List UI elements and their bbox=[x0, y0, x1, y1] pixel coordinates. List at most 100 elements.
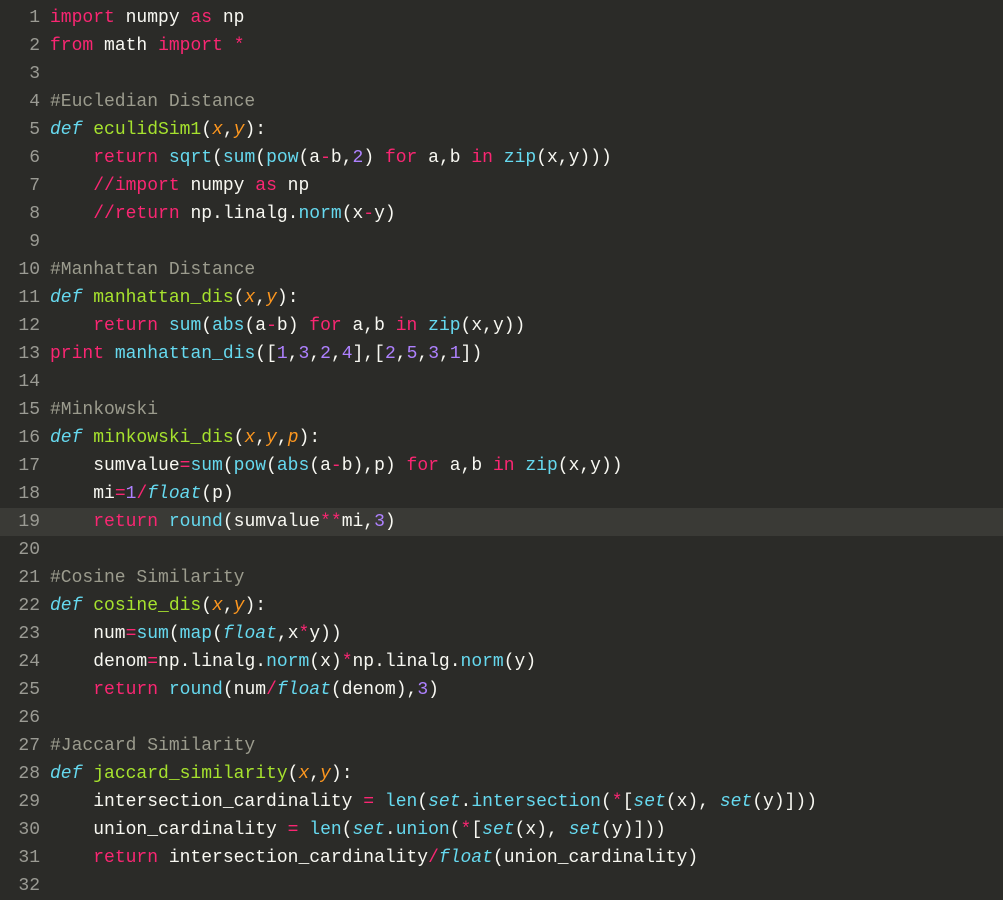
line-number: 10 bbox=[0, 260, 50, 280]
code-content[interactable]: import numpy as np bbox=[50, 8, 1003, 28]
token-op: * bbox=[234, 36, 245, 56]
code-line[interactable]: 27#Jaccard Similarity bbox=[0, 732, 1003, 760]
token-punc: , bbox=[439, 344, 450, 364]
token-call: round bbox=[169, 512, 223, 532]
code-line[interactable]: 29 intersection_cardinality = len(set.in… bbox=[0, 788, 1003, 816]
code-content[interactable]: //import numpy as np bbox=[50, 176, 1003, 196]
code-content[interactable]: intersection_cardinality = len(set.inter… bbox=[50, 792, 1003, 812]
token-calli: float bbox=[223, 624, 277, 644]
code-content[interactable]: #Cosine Similarity bbox=[50, 568, 1003, 588]
code-line[interactable]: 9 bbox=[0, 228, 1003, 256]
token-punc bbox=[50, 148, 93, 168]
token-punc: ,x bbox=[277, 624, 299, 644]
token-num: 3 bbox=[428, 344, 439, 364]
line-number: 26 bbox=[0, 708, 50, 728]
code-line[interactable]: 19 return round(sumvalue**mi,3) bbox=[0, 508, 1003, 536]
token-call: manhattan_dis bbox=[115, 344, 255, 364]
code-content[interactable]: return round(num/float(denom),3) bbox=[50, 680, 1003, 700]
code-line[interactable]: 11def manhattan_dis(x,y): bbox=[0, 284, 1003, 312]
code-content[interactable]: #Manhattan Distance bbox=[50, 260, 1003, 280]
token-punc: (x) bbox=[309, 652, 341, 672]
code-line[interactable]: 13print manhattan_dis([1,3,2,4],[2,5,3,1… bbox=[0, 340, 1003, 368]
code-content[interactable]: //return np.linalg.norm(x-y) bbox=[50, 204, 1003, 224]
code-line[interactable]: 28def jaccard_similarity(x,y): bbox=[0, 760, 1003, 788]
code-editor[interactable]: 1import numpy as np2from math import *34… bbox=[0, 0, 1003, 900]
line-number: 29 bbox=[0, 792, 50, 812]
code-line[interactable]: 25 return round(num/float(denom),3) bbox=[0, 676, 1003, 704]
code-line[interactable]: 3 bbox=[0, 60, 1003, 88]
token-punc: np.linalg. bbox=[353, 652, 461, 672]
code-content[interactable]: print manhattan_dis([1,3,2,4],[2,5,3,1]) bbox=[50, 344, 1003, 364]
code-line[interactable]: 24 denom=np.linalg.norm(x)*np.linalg.nor… bbox=[0, 648, 1003, 676]
line-number: 27 bbox=[0, 736, 50, 756]
token-calli: set bbox=[720, 792, 752, 812]
line-number: 5 bbox=[0, 120, 50, 140]
code-line[interactable]: 32 bbox=[0, 872, 1003, 900]
code-line[interactable]: 5def eculidSim1(x,y): bbox=[0, 116, 1003, 144]
code-content[interactable]: return round(sumvalue**mi,3) bbox=[50, 512, 1003, 532]
code-content[interactable]: #Eucledian Distance bbox=[50, 92, 1003, 112]
code-content[interactable]: union_cardinality = len(set.union(*[set(… bbox=[50, 820, 1003, 840]
code-line[interactable]: 2from math import * bbox=[0, 32, 1003, 60]
token-op: - bbox=[363, 204, 374, 224]
code-content[interactable]: def jaccard_similarity(x,y): bbox=[50, 764, 1003, 784]
token-punc bbox=[493, 148, 504, 168]
line-number: 32 bbox=[0, 876, 50, 896]
code-line[interactable]: 8 //return np.linalg.norm(x-y) bbox=[0, 200, 1003, 228]
code-line[interactable]: 4#Eucledian Distance bbox=[0, 88, 1003, 116]
token-arg: y bbox=[266, 288, 277, 308]
token-fn: minkowski_dis bbox=[93, 428, 233, 448]
code-content[interactable]: num=sum(map(float,x*y)) bbox=[50, 624, 1003, 644]
code-content[interactable]: def manhattan_dis(x,y): bbox=[50, 288, 1003, 308]
token-kw: return bbox=[93, 148, 158, 168]
code-line[interactable]: 16def minkowski_dis(x,y,p): bbox=[0, 424, 1003, 452]
code-line[interactable]: 22def cosine_dis(x,y): bbox=[0, 592, 1003, 620]
code-content[interactable]: denom=np.linalg.norm(x)*np.linalg.norm(y… bbox=[50, 652, 1003, 672]
line-number: 18 bbox=[0, 484, 50, 504]
code-content[interactable]: return intersection_cardinality/float(un… bbox=[50, 848, 1003, 868]
code-line[interactable]: 30 union_cardinality = len(set.union(*[s… bbox=[0, 816, 1003, 844]
token-op: * bbox=[342, 652, 353, 672]
code-line[interactable]: 20 bbox=[0, 536, 1003, 564]
token-num: 1 bbox=[450, 344, 461, 364]
line-number: 7 bbox=[0, 176, 50, 196]
code-line[interactable]: 6 return sqrt(sum(pow(a-b,2) for a,b in … bbox=[0, 144, 1003, 172]
token-calli: set bbox=[569, 820, 601, 840]
code-line[interactable]: 10#Manhattan Distance bbox=[0, 256, 1003, 284]
token-call: union bbox=[396, 820, 450, 840]
line-number: 19 bbox=[0, 512, 50, 532]
token-calli: def bbox=[50, 596, 82, 616]
code-line[interactable]: 31 return intersection_cardinality/float… bbox=[0, 844, 1003, 872]
code-line[interactable]: 23 num=sum(map(float,x*y)) bbox=[0, 620, 1003, 648]
code-line[interactable]: 18 mi=1/float(p) bbox=[0, 480, 1003, 508]
code-content[interactable]: mi=1/float(p) bbox=[50, 484, 1003, 504]
token-punc bbox=[82, 120, 93, 140]
token-punc bbox=[212, 8, 223, 28]
token-arg: y bbox=[234, 120, 245, 140]
code-content[interactable]: return sum(abs(a-b) for a,b in zip(x,y)) bbox=[50, 316, 1003, 336]
code-content[interactable]: def minkowski_dis(x,y,p): bbox=[50, 428, 1003, 448]
code-line[interactable]: 21#Cosine Similarity bbox=[0, 564, 1003, 592]
code-line[interactable]: 14 bbox=[0, 368, 1003, 396]
code-content[interactable]: #Minkowski bbox=[50, 400, 1003, 420]
token-num: 1 bbox=[126, 484, 137, 504]
code-content[interactable]: return sqrt(sum(pow(a-b,2) for a,b in zi… bbox=[50, 148, 1003, 168]
code-content[interactable]: def eculidSim1(x,y): bbox=[50, 120, 1003, 140]
code-line[interactable]: 17 sumvalue=sum(pow(abs(a-b),p) for a,b … bbox=[0, 452, 1003, 480]
code-line[interactable]: 7 //import numpy as np bbox=[0, 172, 1003, 200]
token-call: len bbox=[385, 792, 417, 812]
code-line[interactable]: 26 bbox=[0, 704, 1003, 732]
token-punc: (a bbox=[299, 148, 321, 168]
code-content[interactable]: def cosine_dis(x,y): bbox=[50, 596, 1003, 616]
code-content[interactable]: sumvalue=sum(pow(abs(a-b),p) for a,b in … bbox=[50, 456, 1003, 476]
token-op: // bbox=[93, 204, 115, 224]
code-line[interactable]: 15#Minkowski bbox=[0, 396, 1003, 424]
token-punc: ],[ bbox=[353, 344, 385, 364]
token-op: * bbox=[299, 624, 310, 644]
line-number: 23 bbox=[0, 624, 50, 644]
token-punc: (x,y)) bbox=[461, 316, 526, 336]
code-content[interactable]: from math import * bbox=[50, 36, 1003, 56]
code-line[interactable]: 12 return sum(abs(a-b) for a,b in zip(x,… bbox=[0, 312, 1003, 340]
code-line[interactable]: 1import numpy as np bbox=[0, 4, 1003, 32]
code-content[interactable]: #Jaccard Similarity bbox=[50, 736, 1003, 756]
